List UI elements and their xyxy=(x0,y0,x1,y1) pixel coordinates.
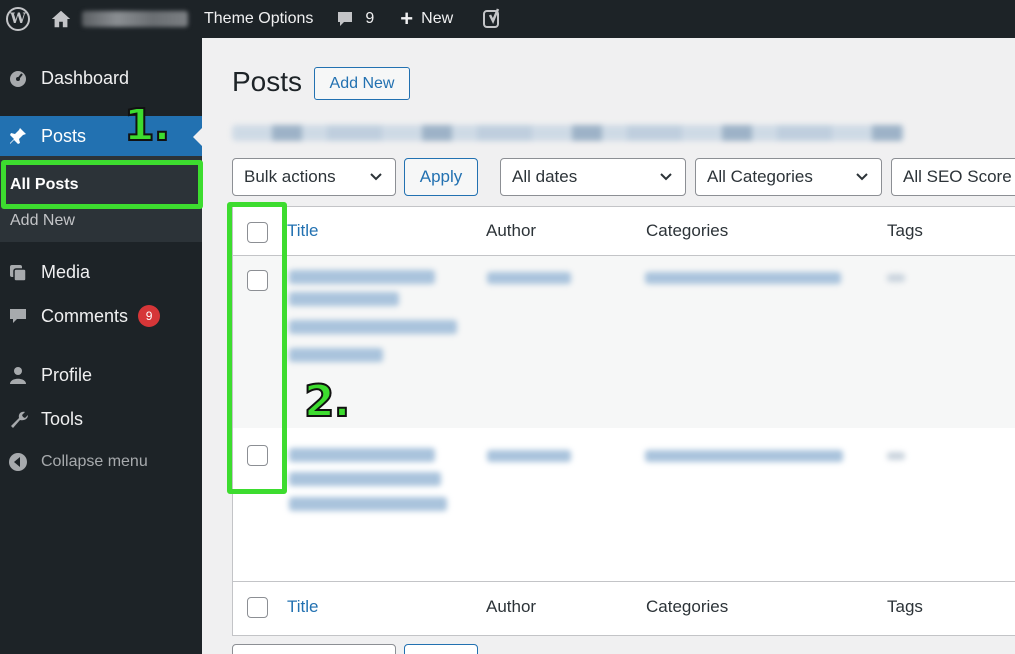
collapse-menu-button[interactable]: Collapse menu xyxy=(0,442,202,482)
pushpin-icon xyxy=(8,126,28,146)
column-footer-title[interactable]: Title xyxy=(287,597,319,617)
wordpress-logo-icon[interactable]: W xyxy=(0,0,36,38)
table-row xyxy=(233,256,1015,428)
annotation-step-1: 1. xyxy=(123,99,171,152)
yoast-icon[interactable] xyxy=(481,0,505,38)
categories-blurred[interactable] xyxy=(645,450,843,462)
column-footer-categories: Categories xyxy=(646,597,729,616)
admin-bar: W Theme Options 9 + New xyxy=(0,0,1015,38)
plus-icon: + xyxy=(400,6,414,31)
page-title: Posts xyxy=(232,66,303,97)
sidebar-label-tools: Tools xyxy=(41,408,84,429)
active-menu-arrow xyxy=(193,128,202,146)
admin-sidebar: Dashboard Posts All Posts Add New Media … xyxy=(0,38,202,654)
post-title-blurred[interactable] xyxy=(289,448,435,462)
post-title-blurred xyxy=(289,497,447,511)
sidebar-sub-add-new[interactable]: Add New xyxy=(10,212,75,230)
apply-button-bottom[interactable] xyxy=(404,644,478,654)
sidebar-item-posts[interactable]: Posts xyxy=(0,116,202,156)
collapse-menu-label: Collapse menu xyxy=(41,453,148,470)
sidebar-item-comments[interactable]: Comments 9 xyxy=(0,296,202,336)
sidebar-item-tools[interactable]: Tools xyxy=(0,399,202,439)
categories-filter-select[interactable]: All Categories xyxy=(695,158,882,196)
sidebar-item-media[interactable]: Media xyxy=(0,252,202,292)
column-header-categories: Categories xyxy=(646,221,729,240)
post-title-blurred xyxy=(289,472,441,486)
bulk-actions-value: Bulk actions xyxy=(244,167,336,186)
comments-count: 9 xyxy=(365,10,375,27)
annotation-step-2: 2. xyxy=(303,375,351,428)
categories-blurred[interactable] xyxy=(645,272,841,284)
chevron-down-icon xyxy=(660,173,672,181)
collapse-arrow-icon xyxy=(8,452,28,472)
author-blurred[interactable] xyxy=(487,450,571,462)
post-title-blurred[interactable] xyxy=(289,270,435,284)
footer-divider xyxy=(233,581,1015,582)
admin-bar-new[interactable]: + New xyxy=(400,0,453,38)
wrench-icon xyxy=(8,409,28,429)
seo-score-filter-value: All SEO Score xyxy=(903,167,1012,186)
comments-badge: 9 xyxy=(138,305,161,327)
sidebar-label-dashboard: Dashboard xyxy=(41,67,130,88)
post-title-blurred xyxy=(289,292,399,306)
sidebar-item-dashboard[interactable]: Dashboard xyxy=(0,58,202,98)
chevron-down-icon xyxy=(370,173,382,181)
posts-table: Title Author Categories Tags Title Autho… xyxy=(232,206,1015,636)
theme-options-link[interactable]: Theme Options xyxy=(204,0,313,38)
chevron-down-icon xyxy=(856,173,868,181)
bulk-actions-select-bottom[interactable] xyxy=(232,644,396,654)
column-header-title[interactable]: Title xyxy=(287,221,319,241)
site-name-blurred[interactable] xyxy=(82,11,188,27)
post-status-filters-blurred[interactable] xyxy=(232,125,904,141)
add-new-post-button[interactable]: Add New xyxy=(314,67,410,100)
dashboard-icon xyxy=(8,68,28,88)
sidebar-label-comments: Comments xyxy=(41,305,129,326)
sidebar-label-posts: Posts xyxy=(41,125,87,146)
post-title-blurred xyxy=(289,348,383,362)
column-header-tags: Tags xyxy=(887,221,923,240)
apply-button[interactable]: Apply xyxy=(404,158,478,196)
dates-filter-value: All dates xyxy=(512,167,578,186)
post-title-blurred xyxy=(289,320,457,334)
tags-blurred xyxy=(887,452,905,460)
admin-bar-comments[interactable]: 9 xyxy=(335,0,374,38)
sidebar-label-profile: Profile xyxy=(41,364,93,385)
home-icon[interactable] xyxy=(50,8,72,30)
column-footer-tags: Tags xyxy=(887,597,923,616)
select-all-checkbox-footer[interactable] xyxy=(247,597,268,618)
categories-filter-value: All Categories xyxy=(707,167,813,186)
user-icon xyxy=(8,365,28,385)
tags-blurred xyxy=(887,274,905,282)
bulk-actions-select[interactable]: Bulk actions xyxy=(232,158,396,196)
comments-icon xyxy=(8,306,28,326)
column-header-author: Author xyxy=(486,221,537,240)
media-icon xyxy=(8,262,28,282)
comment-bubble-icon xyxy=(338,12,353,26)
seo-score-filter-select[interactable]: All SEO Score xyxy=(891,158,1015,196)
dates-filter-select[interactable]: All dates xyxy=(500,158,686,196)
highlight-checkboxes xyxy=(227,202,287,494)
author-blurred[interactable] xyxy=(487,272,571,284)
sidebar-item-profile[interactable]: Profile xyxy=(0,355,202,395)
new-label: New xyxy=(421,10,454,27)
sidebar-label-media: Media xyxy=(41,261,91,282)
column-footer-author: Author xyxy=(486,597,537,616)
highlight-all-posts xyxy=(1,160,203,209)
